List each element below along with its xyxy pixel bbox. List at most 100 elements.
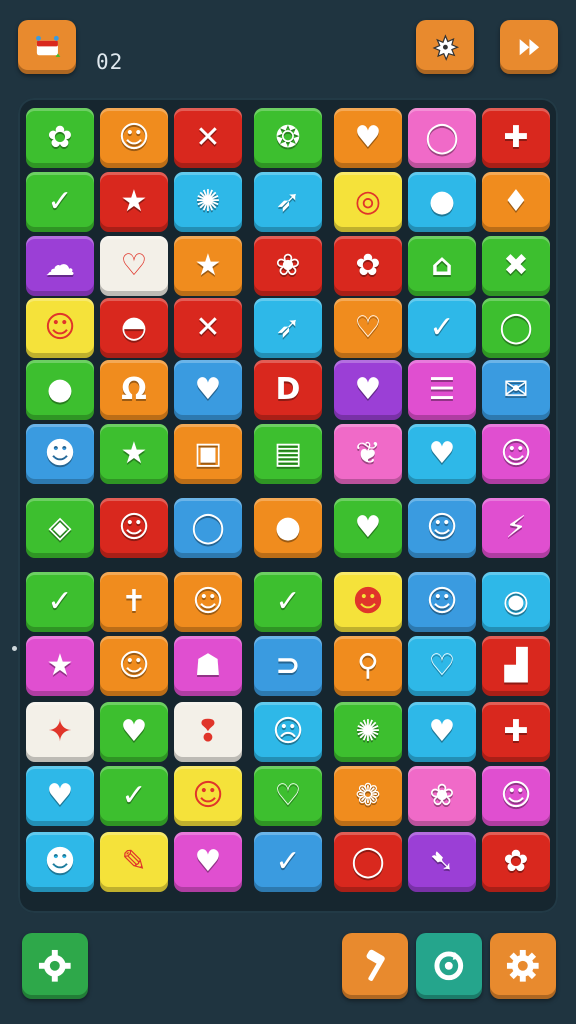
fast-forward-button[interactable] — [500, 20, 558, 74]
board-tile[interactable]: ❂ — [254, 108, 322, 168]
board-tile[interactable]: ☻ — [26, 424, 94, 484]
board-tile[interactable]: ⚡ — [482, 498, 550, 558]
board-tile[interactable]: Ω — [100, 360, 168, 420]
shuffle-button[interactable] — [416, 933, 482, 999]
board-tile[interactable]: ✺ — [174, 172, 242, 232]
board-tile[interactable]: ♥ — [174, 832, 242, 892]
board-tile[interactable]: ✿ — [482, 832, 550, 892]
board-tile[interactable]: ♥ — [174, 360, 242, 420]
board-tile[interactable]: ★ — [100, 424, 168, 484]
options-button[interactable] — [490, 933, 556, 999]
treasure-box-button[interactable] — [18, 20, 76, 74]
board-tile[interactable]: ✺ — [334, 702, 402, 762]
board-tile[interactable]: ♥ — [334, 360, 402, 420]
board-tile[interactable]: ✓ — [254, 572, 322, 632]
board-tile[interactable]: ☺ — [174, 766, 242, 826]
board-tile[interactable]: ☁ — [26, 236, 94, 296]
tile-symbol: ♦ — [502, 184, 530, 219]
board-tile[interactable]: ➷ — [408, 832, 476, 892]
board-tile[interactable]: ➶ — [254, 298, 322, 358]
board-tile[interactable]: ☗ — [174, 636, 242, 696]
settings-button[interactable] — [22, 933, 88, 999]
board-tile[interactable]: ☻ — [334, 572, 402, 632]
board-tile[interactable]: ▟ — [482, 636, 550, 696]
board-tile[interactable]: ✕ — [174, 108, 242, 168]
board-tile[interactable]: ☺ — [174, 572, 242, 632]
board-tile[interactable]: ❦ — [334, 424, 402, 484]
board-tile[interactable]: ◓ — [100, 298, 168, 358]
board-tile[interactable]: ☹ — [254, 702, 322, 762]
board-tile[interactable]: ♥ — [334, 108, 402, 168]
tile-symbol: ★ — [194, 248, 222, 283]
board-tile[interactable]: ✝ — [100, 572, 168, 632]
board-tile[interactable]: ☺ — [408, 572, 476, 632]
board-tile[interactable]: ✓ — [26, 172, 94, 232]
board-tile[interactable]: ✓ — [100, 766, 168, 826]
board-tile[interactable]: ◯ — [482, 298, 550, 358]
board-tile[interactable]: ● — [254, 498, 322, 558]
board-tile[interactable]: ◎ — [334, 172, 402, 232]
board-tile[interactable]: ♥ — [334, 498, 402, 558]
board-tile[interactable]: ✓ — [254, 832, 322, 892]
board-tile[interactable]: ◯ — [334, 832, 402, 892]
board-tile[interactable]: D — [254, 360, 322, 420]
board-tile[interactable]: ♦ — [482, 172, 550, 232]
board-tile[interactable]: ✉ — [482, 360, 550, 420]
tile-symbol: ❢ — [195, 714, 221, 749]
board-tile[interactable]: ✕ — [174, 298, 242, 358]
board-tile[interactable]: ✦ — [26, 702, 94, 762]
board-tile[interactable]: ♡ — [408, 636, 476, 696]
board-tile[interactable]: ▤ — [254, 424, 322, 484]
board-tile[interactable]: ☻ — [26, 832, 94, 892]
tile-symbol: ✓ — [47, 584, 73, 619]
board-tile[interactable]: ◯ — [174, 498, 242, 558]
board-tile[interactable]: ✿ — [334, 236, 402, 296]
board-tile[interactable]: ✚ — [482, 108, 550, 168]
board-tile[interactable]: ♥ — [408, 424, 476, 484]
board-tile[interactable]: ★ — [100, 172, 168, 232]
board-tile[interactable]: ⚲ — [334, 636, 402, 696]
board-tile[interactable]: ◈ — [26, 498, 94, 558]
board-tile[interactable]: ❀ — [408, 766, 476, 826]
tile-symbol: ◯ — [351, 844, 385, 879]
tile-symbol: ★ — [46, 648, 74, 683]
effect-button[interactable] — [416, 20, 474, 74]
board-tile[interactable]: ❁ — [334, 766, 402, 826]
board-tile[interactable]: ● — [408, 172, 476, 232]
board-tile[interactable]: ❢ — [174, 702, 242, 762]
board-tile[interactable]: ♡ — [100, 236, 168, 296]
board-tile[interactable]: ● — [26, 360, 94, 420]
tile-symbol: ➶ — [275, 310, 301, 345]
board-tile[interactable]: ➶ — [254, 172, 322, 232]
board-tile[interactable]: ✖ — [482, 236, 550, 296]
hammer-button[interactable] — [342, 933, 408, 999]
board-tile[interactable]: ☺ — [26, 298, 94, 358]
board-tile[interactable]: ⌂ — [408, 236, 476, 296]
board-tile[interactable]: ☺ — [408, 498, 476, 558]
board-tile[interactable]: ▣ — [174, 424, 242, 484]
board-tile[interactable]: ☺ — [482, 766, 550, 826]
board-tile[interactable]: ♥ — [100, 702, 168, 762]
board-tile[interactable]: ☰ — [408, 360, 476, 420]
board-tile[interactable]: ◉ — [482, 572, 550, 632]
board-tile[interactable]: ♥ — [26, 766, 94, 826]
board-tile[interactable]: ❀ — [254, 236, 322, 296]
tile-symbol: ☺ — [118, 510, 150, 545]
board-tile[interactable]: ☺ — [100, 498, 168, 558]
board-tile[interactable]: ✓ — [26, 572, 94, 632]
board-tile[interactable]: ♡ — [334, 298, 402, 358]
board-tile[interactable]: ◯ — [408, 108, 476, 168]
tile-symbol: ☁ — [45, 248, 75, 283]
board-tile[interactable]: ✿ — [26, 108, 94, 168]
board-tile[interactable]: ★ — [174, 236, 242, 296]
board-tile[interactable]: ☺ — [100, 108, 168, 168]
board-tile[interactable]: ♥ — [408, 702, 476, 762]
board-tile[interactable]: ✚ — [482, 702, 550, 762]
board-tile[interactable]: ♡ — [254, 766, 322, 826]
board-tile[interactable]: ⊃ — [254, 636, 322, 696]
board-tile[interactable]: ✎ — [100, 832, 168, 892]
board-tile[interactable]: ★ — [26, 636, 94, 696]
board-tile[interactable]: ☺ — [482, 424, 550, 484]
board-tile[interactable]: ☺ — [100, 636, 168, 696]
board-tile[interactable]: ✓ — [408, 298, 476, 358]
